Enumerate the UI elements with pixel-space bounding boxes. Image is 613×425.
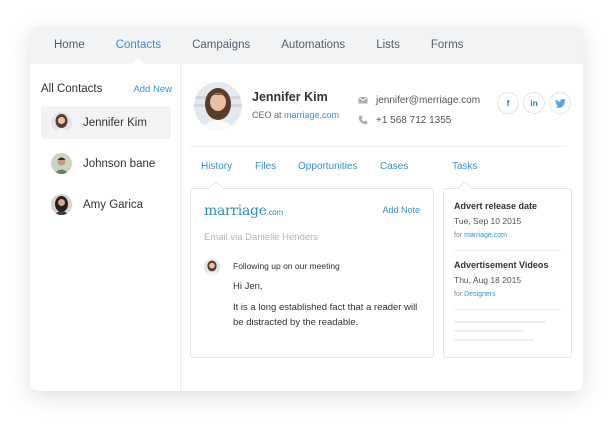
nav-contacts[interactable]: Contacts <box>116 39 161 64</box>
tab-tasks[interactable]: Tasks <box>452 161 478 172</box>
task-meta-link[interactable]: marriage.com <box>464 232 507 239</box>
nav-automations[interactable]: Automations <box>281 39 345 51</box>
task-item[interactable]: Advertisement Videos Thu, Aug 18 2015 fo… <box>454 260 562 298</box>
placeholder-line <box>454 339 534 341</box>
profile-phone[interactable]: +1 568 712 1355 <box>376 115 451 126</box>
tasks-panel: Advert release date Tue, Sep 10 2015 for… <box>443 180 572 358</box>
task-divider <box>454 309 562 310</box>
profile-avatar <box>194 82 242 130</box>
brand-suffix: .com <box>266 208 283 217</box>
profile-company-link[interactable]: marriage.com <box>284 110 339 120</box>
add-note-button[interactable]: Add Note <box>382 205 420 215</box>
profile-title-prefix: CEO at <box>252 110 282 120</box>
tasks-caret <box>457 180 473 196</box>
task-title: Advert release date <box>454 201 538 211</box>
contact-name: Jennifer Kim <box>83 116 147 129</box>
task-title: Advertisement Videos <box>454 260 549 270</box>
panel-caret <box>208 180 224 196</box>
task-date: Tue, Sep 10 2015 <box>454 216 522 226</box>
crm-window: Home Contacts Campaigns Automations List… <box>30 26 583 391</box>
tab-files[interactable]: Files <box>255 161 276 172</box>
profile-email[interactable]: jennifer@merriage.com <box>376 95 480 106</box>
phone-icon <box>358 115 368 125</box>
email-via-label: Email via Danielle Henders <box>204 232 319 243</box>
add-new-link[interactable]: Add New <box>133 84 172 95</box>
task-date: Thu, Aug 18 2015 <box>454 275 522 285</box>
contact-detail: Jennifer Kim CEO at marriage.com jennife… <box>190 64 572 391</box>
profile-name: Jennifer Kim <box>252 90 328 104</box>
placeholder-line <box>454 321 546 323</box>
top-navigation: Home Contacts Campaigns Automations List… <box>30 26 583 64</box>
task-meta: for Designers <box>454 291 562 298</box>
envelope-icon <box>358 95 368 105</box>
contact-item-johnson-bane[interactable]: Johnson bane <box>41 147 171 180</box>
tab-opportunities[interactable]: Opportunities <box>298 161 357 172</box>
message-greeting: Hi Jen, <box>233 281 263 292</box>
tab-cases[interactable]: Cases <box>380 161 408 172</box>
twitter-icon[interactable] <box>549 92 571 114</box>
nav-lists[interactable]: Lists <box>376 39 400 51</box>
social-links: f in <box>493 92 571 114</box>
contact-item-amy-garica[interactable]: Amy Garica <box>41 188 171 221</box>
marriage-logo: marriage.com <box>204 203 283 219</box>
brand-main: marriage <box>204 203 267 219</box>
message-body: It is a long established fact that a rea… <box>233 302 418 328</box>
avatar <box>51 194 72 215</box>
avatar <box>51 112 72 133</box>
task-item[interactable]: Advert release date Tue, Sep 10 2015 for… <box>454 201 562 239</box>
message-avatar <box>204 259 220 275</box>
nav-home[interactable]: Home <box>54 39 85 51</box>
message-subject: Following up on our meeting <box>233 261 340 271</box>
tab-history[interactable]: History <box>201 161 232 172</box>
task-meta: for marriage.com <box>454 232 562 239</box>
nav-campaigns[interactable]: Campaigns <box>192 39 250 51</box>
contact-name: Johnson bane <box>83 157 156 170</box>
email-row: jennifer@merriage.com <box>358 90 480 110</box>
contact-item-jennifer-kim[interactable]: Jennifer Kim <box>41 106 171 139</box>
history-panel: marriage.com Add Note Email via Danielle… <box>190 180 434 358</box>
profile-title: CEO at marriage.com <box>252 110 339 120</box>
task-meta-prefix: for <box>454 291 463 298</box>
task-divider <box>454 250 562 251</box>
sidebar-header: All Contacts Add New <box>30 64 180 95</box>
nav-forms[interactable]: Forms <box>431 39 464 51</box>
contact-list: Jennifer Kim Johnson bane Amy Garica <box>30 106 180 221</box>
linkedin-icon[interactable]: in <box>523 92 545 114</box>
profile-header: Jennifer Kim CEO at marriage.com jennife… <box>190 80 571 140</box>
avatar <box>51 153 72 174</box>
task-meta-link[interactable]: Designers <box>464 291 496 298</box>
facebook-icon[interactable]: f <box>497 92 519 114</box>
sidebar-title: All Contacts <box>41 83 103 95</box>
header-divider <box>190 146 566 147</box>
contacts-sidebar: All Contacts Add New Jennifer Kim Johnso… <box>30 64 181 391</box>
task-meta-prefix: for <box>454 232 463 239</box>
phone-row: +1 568 712 1355 <box>358 110 480 130</box>
contact-name: Amy Garica <box>83 198 144 211</box>
contact-info: jennifer@merriage.com +1 568 712 1355 <box>358 90 480 130</box>
placeholder-line <box>454 330 524 332</box>
